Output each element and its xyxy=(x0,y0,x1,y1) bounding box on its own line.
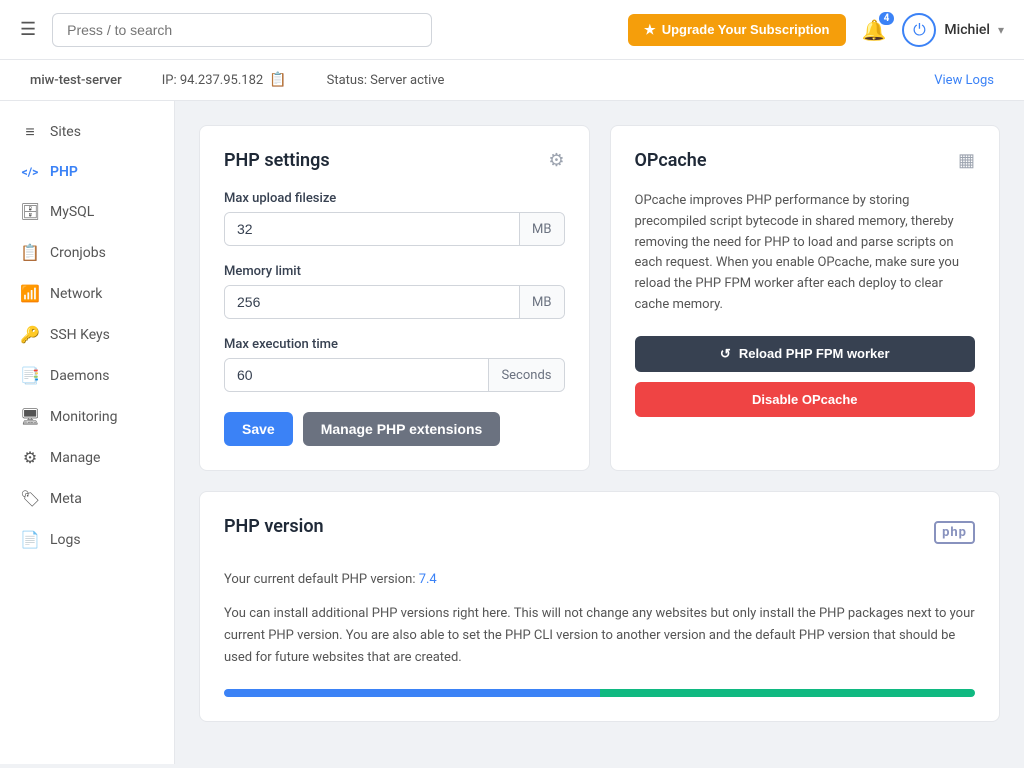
sidebar-item-network[interactable]: 📶 Network xyxy=(0,273,174,314)
sidebar-item-meta[interactable]: 🏷 Meta xyxy=(0,478,174,519)
key-icon: 🔑 xyxy=(20,325,40,344)
max-execution-input-wrapper: Seconds xyxy=(224,358,565,392)
max-upload-input[interactable] xyxy=(225,213,519,245)
sidebar-item-sites[interactable]: ≡ Sites xyxy=(0,111,174,153)
network-icon: 📶 xyxy=(20,284,40,303)
sidebar-item-manage[interactable]: ⚙ Manage xyxy=(0,437,174,478)
php-version-header: PHP version php xyxy=(224,516,975,549)
search-input[interactable] xyxy=(52,13,432,47)
php-settings-buttons: Save Manage PHP extensions xyxy=(224,412,565,446)
code-icon: </> xyxy=(20,165,40,179)
sidebar-label-ssh-keys: SSH Keys xyxy=(50,327,110,343)
server-bar: miw-test-server IP: 94.237.95.182 📋 Stat… xyxy=(0,60,1024,101)
sidebar-label-network: Network xyxy=(50,286,102,302)
sidebar-label-mysql: MySQL xyxy=(50,204,94,220)
main-content: PHP settings ⚙ Max upload filesize MB Me… xyxy=(175,101,1024,764)
grid-icon[interactable]: ▦ xyxy=(958,150,975,171)
sidebar-label-meta: Meta xyxy=(50,491,82,507)
logs-icon: 📄 xyxy=(20,530,40,549)
gear-sidebar-icon: ⚙ xyxy=(20,448,40,467)
sidebar-label-manage: Manage xyxy=(50,450,100,466)
tag-icon: 🏷 xyxy=(20,489,40,508)
star-icon: ★ xyxy=(644,22,656,38)
chevron-down-icon: ▾ xyxy=(998,23,1004,37)
opcache-header: OPcache ▦ xyxy=(635,150,976,171)
memory-limit-group: Memory limit MB xyxy=(224,264,565,319)
sidebar-label-logs: Logs xyxy=(50,532,81,548)
sidebar: ≡ Sites </> PHP 🗄 MySQL 📋 Cronjobs 📶 Net… xyxy=(0,101,175,764)
top-cards-row: PHP settings ⚙ Max upload filesize MB Me… xyxy=(199,125,1000,471)
server-status: Status: Server active xyxy=(327,73,445,88)
memory-limit-suffix: MB xyxy=(519,286,563,318)
view-logs-link[interactable]: View Logs xyxy=(934,73,994,88)
opcache-card: OPcache ▦ OPcache improves PHP performan… xyxy=(610,125,1001,471)
server-ip: IP: 94.237.95.182 📋 xyxy=(162,72,287,88)
menu-icon[interactable]: ☰ xyxy=(20,19,36,40)
php-settings-card: PHP settings ⚙ Max upload filesize MB Me… xyxy=(199,125,590,471)
php-settings-title: PHP settings xyxy=(224,150,330,171)
username-label: Michiel xyxy=(944,22,990,38)
monitor-icon: 🖥 xyxy=(20,407,40,426)
sidebar-item-cronjobs[interactable]: 📋 Cronjobs xyxy=(0,232,174,273)
sidebar-label-sites: Sites xyxy=(50,124,81,140)
memory-limit-label: Memory limit xyxy=(224,264,565,279)
sidebar-item-monitoring[interactable]: 🖥 Monitoring xyxy=(0,396,174,437)
opcache-description: OPcache improves PHP performance by stor… xyxy=(635,191,976,316)
reload-fpm-button[interactable]: ↺ Reload PHP FPM worker xyxy=(635,336,976,372)
main-layout: ≡ Sites </> PHP 🗄 MySQL 📋 Cronjobs 📶 Net… xyxy=(0,101,1024,764)
sidebar-item-php[interactable]: </> PHP xyxy=(0,153,174,191)
save-button[interactable]: Save xyxy=(224,412,293,446)
sidebar-label-daemons: Daemons xyxy=(50,368,109,384)
max-execution-label: Max execution time xyxy=(224,337,565,352)
sidebar-item-ssh-keys[interactable]: 🔑 SSH Keys xyxy=(0,314,174,355)
manage-extensions-button[interactable]: Manage PHP extensions xyxy=(303,412,501,446)
php-current-version: Your current default PHP version: 7.4 xyxy=(224,569,975,591)
gear-icon[interactable]: ⚙ xyxy=(548,150,564,171)
max-upload-label: Max upload filesize xyxy=(224,191,565,206)
copy-ip-icon[interactable]: 📋 xyxy=(269,72,286,88)
max-upload-group: Max upload filesize MB xyxy=(224,191,565,246)
php-version-card: PHP version php Your current default PHP… xyxy=(199,491,1000,722)
php-version-number: 7.4 xyxy=(419,572,437,587)
max-upload-input-wrapper: MB xyxy=(224,212,565,246)
list-icon: ≡ xyxy=(20,122,40,142)
daemons-icon: 📑 xyxy=(20,366,40,385)
sidebar-item-daemons[interactable]: 📑 Daemons xyxy=(0,355,174,396)
disable-opcache-button[interactable]: Disable OPcache xyxy=(635,382,976,417)
php-logo-icon: php xyxy=(934,521,975,544)
php-version-title: PHP version xyxy=(224,516,324,537)
sidebar-item-mysql[interactable]: 🗄 MySQL xyxy=(0,191,174,232)
max-execution-group: Max execution time Seconds xyxy=(224,337,565,392)
navbar: ☰ ★ Upgrade Your Subscription 🔔 4 ⏻ Mich… xyxy=(0,0,1024,60)
server-name: miw-test-server xyxy=(30,73,122,88)
user-menu[interactable]: ⏻ Michiel ▾ xyxy=(902,13,1004,47)
navbar-right: ★ Upgrade Your Subscription 🔔 4 ⏻ Michie… xyxy=(628,13,1004,47)
cronjobs-icon: 📋 xyxy=(20,243,40,262)
max-execution-suffix: Seconds xyxy=(488,359,563,391)
opcache-title: OPcache xyxy=(635,150,707,171)
php-settings-header: PHP settings ⚙ xyxy=(224,150,565,171)
refresh-icon: ↺ xyxy=(720,346,731,362)
notification-badge: 4 xyxy=(879,12,895,25)
bar-blue xyxy=(224,689,600,697)
sidebar-item-logs[interactable]: 📄 Logs xyxy=(0,519,174,560)
max-execution-input[interactable] xyxy=(225,359,488,391)
memory-limit-input[interactable] xyxy=(225,286,519,318)
database-icon: 🗄 xyxy=(20,202,40,221)
bar-green xyxy=(600,689,976,697)
memory-limit-input-wrapper: MB xyxy=(224,285,565,319)
sidebar-label-monitoring: Monitoring xyxy=(50,409,118,425)
sidebar-label-cronjobs: Cronjobs xyxy=(50,245,106,261)
php-version-bar xyxy=(224,689,975,697)
notification-button[interactable]: 🔔 4 xyxy=(862,18,887,42)
sidebar-label-php: PHP xyxy=(50,164,78,180)
max-upload-suffix: MB xyxy=(519,213,563,245)
upgrade-button[interactable]: ★ Upgrade Your Subscription xyxy=(628,14,845,46)
power-icon: ⏻ xyxy=(902,13,936,47)
php-version-description: You can install additional PHP versions … xyxy=(224,603,975,669)
